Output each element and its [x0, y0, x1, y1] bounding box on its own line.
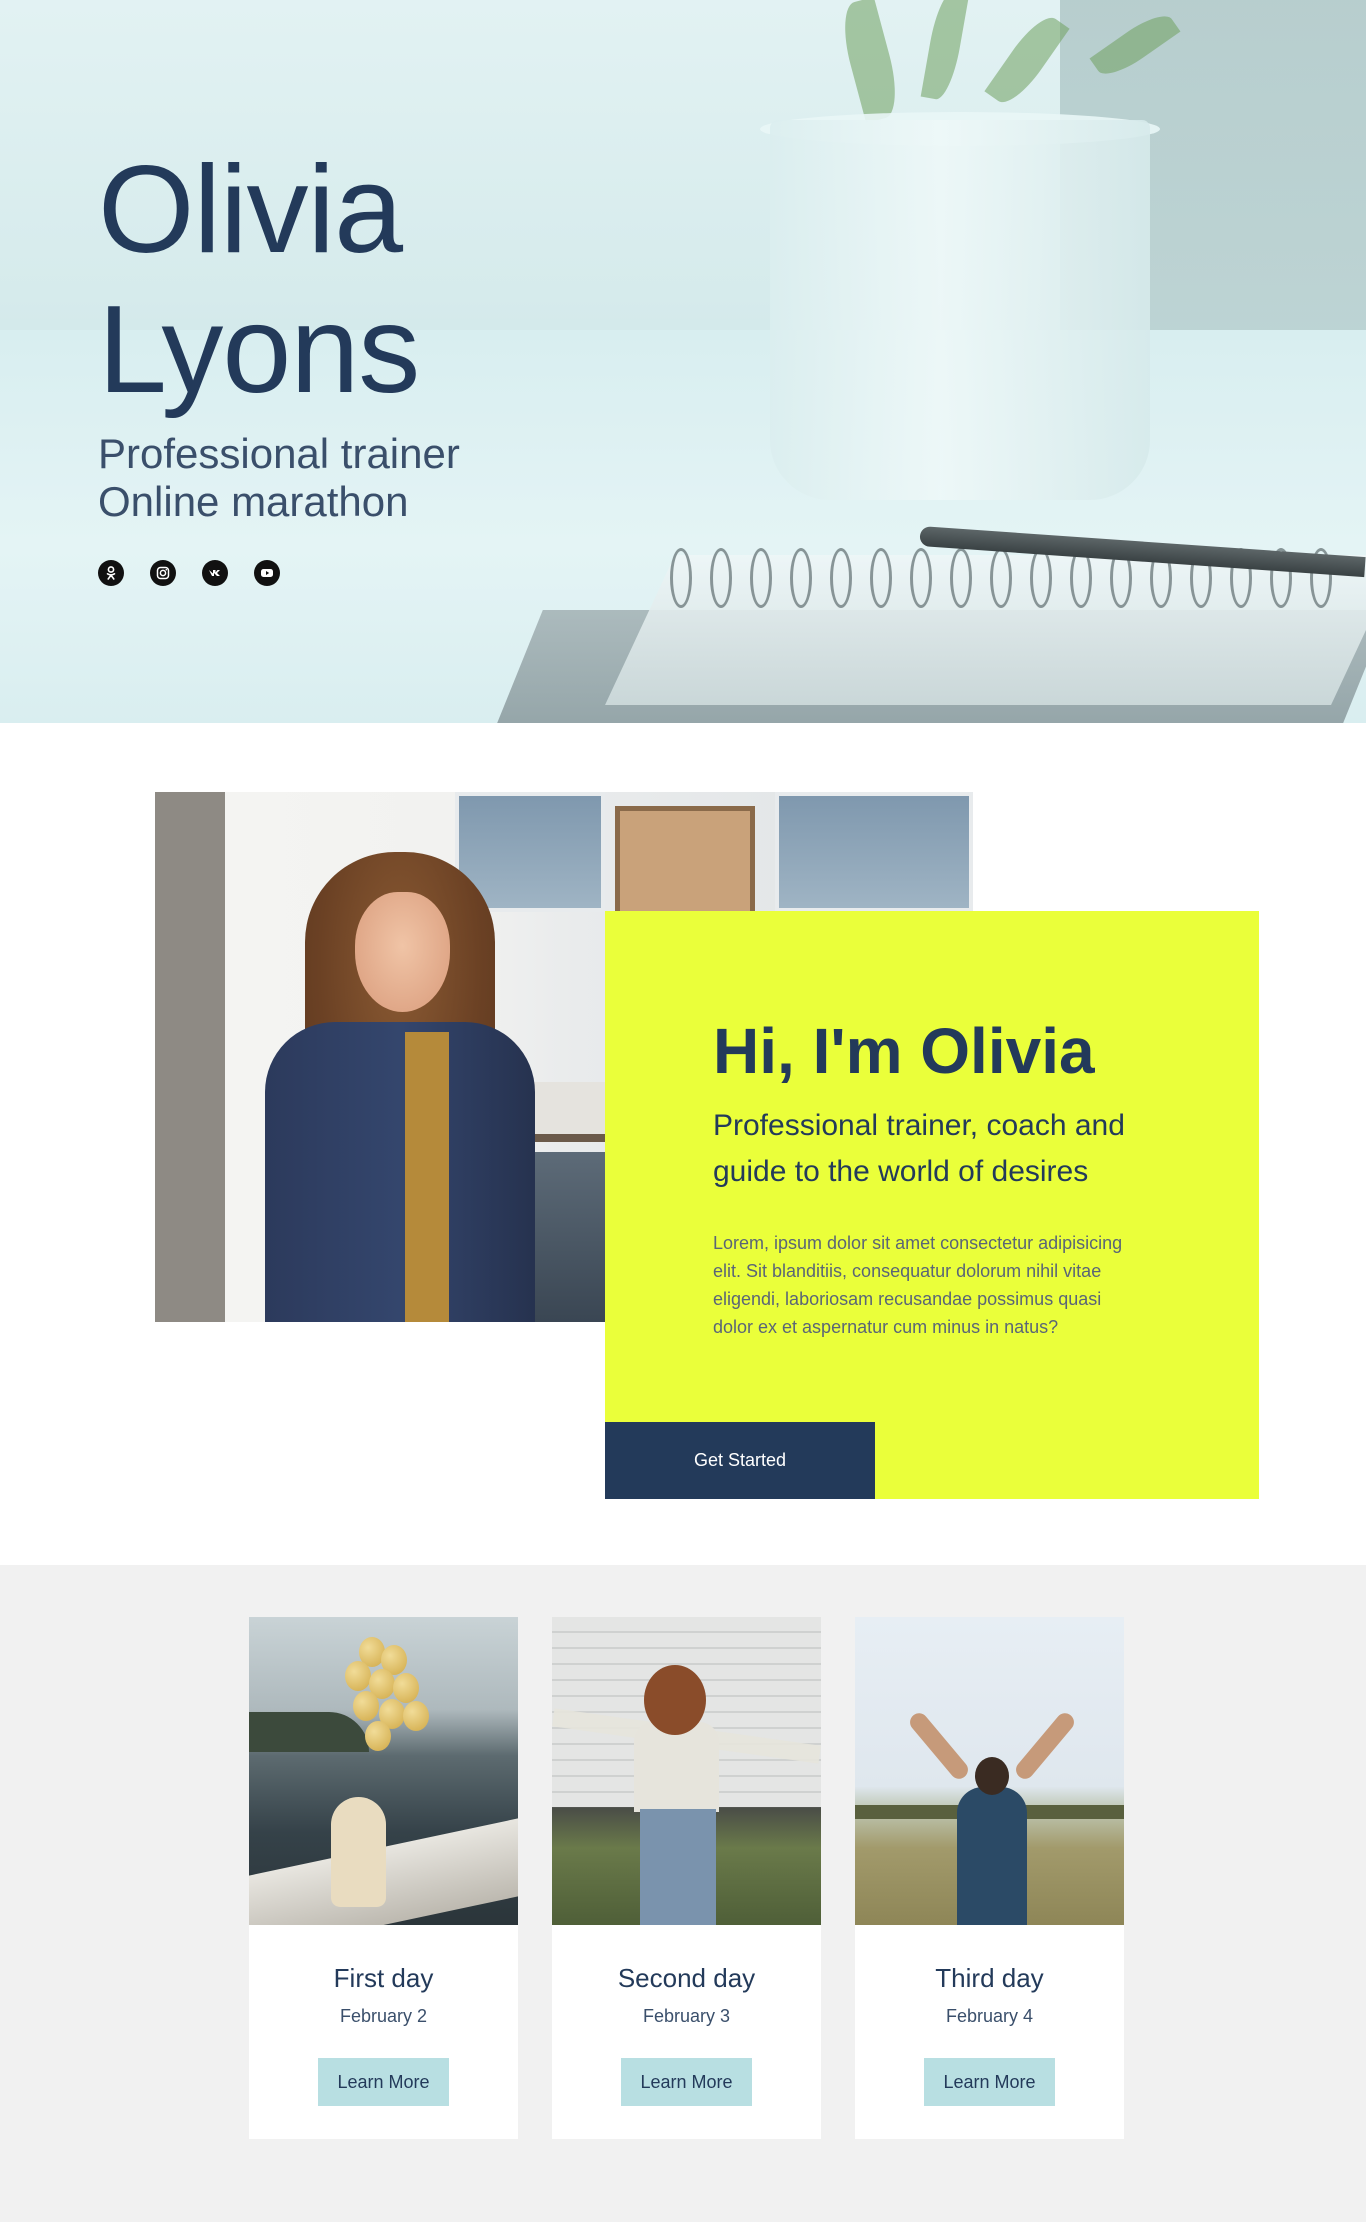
balloon-shape	[403, 1701, 429, 1731]
event-title: First day	[333, 1963, 434, 1993]
image-jeans	[640, 1809, 716, 1925]
notebook-spiral	[870, 548, 892, 608]
hero-subtitle-line2: Online marathon	[98, 478, 409, 525]
notebook-spiral	[750, 548, 772, 608]
image-person	[331, 1797, 386, 1907]
get-started-button[interactable]: Get Started	[605, 1422, 875, 1499]
event-title: Second day	[617, 1963, 756, 1993]
youtube-glyph	[261, 569, 273, 577]
balloon-shape	[393, 1673, 419, 1703]
vk-icon[interactable]	[202, 560, 228, 586]
event-card-third-day: Third day February 4 Learn More	[855, 1617, 1124, 2139]
learn-more-button[interactable]: Learn More	[318, 2058, 449, 2106]
intro-card: Hi, I'm Olivia Professional trainer, coa…	[605, 911, 1259, 1499]
event-image-man	[855, 1617, 1124, 1925]
hero-subtitle-line1: Professional trainer	[98, 430, 460, 477]
social-links	[98, 560, 280, 586]
balloon-shape	[365, 1721, 391, 1751]
balloon-shape	[345, 1661, 371, 1691]
event-card-second-day: Second day February 3 Learn More	[552, 1617, 821, 2139]
odnoklassniki-icon[interactable]	[98, 560, 124, 586]
image-hair	[644, 1665, 706, 1735]
image-torso	[957, 1787, 1027, 1925]
intro-subtitle: Professional trainer, coach and guide to…	[713, 1109, 1125, 1188]
event-title: Third day	[935, 1963, 1044, 1993]
instagram-glyph	[156, 566, 170, 580]
hero-subtitle: Professional trainer Online marathon	[98, 430, 460, 526]
notebook-spiral	[910, 548, 932, 608]
youtube-icon[interactable]	[254, 560, 280, 586]
notebook-spiral	[830, 548, 852, 608]
about-section: Hi, I'm Olivia Professional trainer, coa…	[0, 723, 1366, 1565]
hero-name-first: Olivia	[98, 141, 403, 279]
notebook-spiral	[670, 548, 692, 608]
vk-glyph	[209, 570, 220, 576]
image-sweater	[634, 1722, 719, 1812]
portrait-jacket	[265, 1022, 535, 1322]
event-image-balloons	[249, 1617, 518, 1925]
hero-section: Olivia Lyons Professional trainer Online…	[0, 0, 1366, 723]
image-island	[249, 1712, 369, 1752]
learn-more-button[interactable]: Learn More	[621, 2058, 752, 2106]
learn-more-button[interactable]: Learn More	[924, 2058, 1055, 2106]
instagram-icon[interactable]	[150, 560, 176, 586]
portrait-window	[775, 792, 973, 912]
event-card-first-day: First day February 2 Learn More	[249, 1617, 518, 2139]
balloon-shape	[353, 1691, 379, 1721]
image-left-arm	[906, 1709, 972, 1783]
intro-body-text: Lorem, ipsum dolor sit amet consectetur …	[713, 1233, 1123, 1337]
portrait-shirt	[405, 1032, 449, 1322]
notebook-spiral	[1030, 548, 1052, 608]
portrait-face	[355, 892, 450, 1012]
event-date: February 3	[642, 2006, 731, 2026]
notebook-spiral	[950, 548, 972, 608]
image-head	[975, 1757, 1009, 1795]
hero-name: Olivia Lyons	[98, 140, 420, 420]
image-right-arm	[1012, 1709, 1078, 1783]
event-date: February 4	[945, 2006, 1034, 2026]
event-date: February 2	[339, 2006, 428, 2026]
intro-title: Hi, I'm Olivia	[713, 1015, 1095, 1087]
portrait-board	[615, 806, 755, 916]
odnoklassniki-glyph	[106, 566, 116, 580]
notebook-spiral	[990, 548, 1012, 608]
hero-name-last: Lyons	[98, 281, 420, 419]
plant-pot	[770, 120, 1150, 500]
notebook-spiral	[790, 548, 812, 608]
notebook-spiral	[710, 548, 732, 608]
event-image-woman	[552, 1617, 821, 1925]
events-section: First day February 2 Learn More Second d…	[0, 1565, 1366, 2222]
